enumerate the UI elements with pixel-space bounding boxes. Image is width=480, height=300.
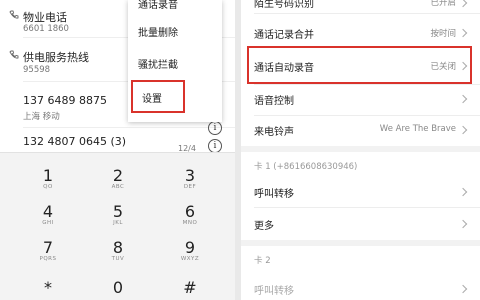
- contact-location: 上海 移动: [23, 112, 60, 122]
- chevron-right-icon: [458, 28, 468, 38]
- auto-record-highlight-box: [247, 46, 472, 84]
- key-digit: #: [183, 278, 197, 297]
- key-letters: DEF: [183, 184, 197, 190]
- dialer-panel: 物业电话 6601 1860 供电服务热线 95598 137 6489 887…: [0, 0, 235, 300]
- dial-key-0[interactable]: 0: [88, 279, 148, 296]
- key-digit: 1: [42, 166, 54, 185]
- key-digit: 2: [112, 166, 124, 185]
- dial-key-hash[interactable]: #: [160, 279, 220, 296]
- dial-key-5[interactable]: 5 JKL: [88, 203, 148, 227]
- contact-name: 供电服务热线: [23, 51, 89, 64]
- menu-item-call-recording[interactable]: 通话录音: [138, 0, 178, 11]
- chevron-right-icon: [458, 125, 468, 135]
- key-digit: 8: [112, 238, 124, 257]
- dial-key-star[interactable]: *: [18, 279, 78, 296]
- dial-key-7[interactable]: 7 PQRS: [18, 239, 78, 263]
- chevron-right-icon: [458, 284, 468, 294]
- key-digit: 0: [112, 278, 124, 297]
- key-digit: 3: [184, 166, 196, 185]
- contact-name: 132 4807 0645 (3): [23, 135, 127, 148]
- key-letters: GHI: [42, 220, 54, 226]
- sim1-header: 卡 1 (+8616608630946): [254, 162, 358, 172]
- setting-label: 呼叫转移: [254, 189, 294, 200]
- setting-sim1-more[interactable]: 更多: [241, 208, 480, 240]
- dialpad: 1 QO 2 ABC 3 DEF 4 GHI 5 JKL 6 MNO 7 PQRS 8 TUV …: [0, 152, 235, 300]
- contact-name: 物业电话: [23, 11, 67, 24]
- divider: [254, 84, 480, 85]
- dial-key-2[interactable]: 2 ABC: [88, 167, 148, 191]
- setting-label: 语音控制: [254, 96, 294, 107]
- setting-value: We Are The Brave: [379, 124, 456, 134]
- chevron-right-icon: [458, 94, 468, 104]
- call-settings-panel: 陌生号码识别 已开启 通话记录合并 按时间 通话自动录音 已关闭 语音控制 来电…: [241, 0, 480, 300]
- key-letters: QO: [43, 184, 53, 190]
- section-band: [241, 146, 480, 152]
- dial-key-6[interactable]: 6 MNO: [160, 203, 220, 227]
- setting-label: 更多: [254, 221, 274, 232]
- key-digit: 7: [42, 238, 54, 257]
- key-letters: TUV: [111, 256, 125, 262]
- contact-number: 6601 1860: [23, 24, 69, 34]
- contact-number: 95598: [23, 65, 51, 75]
- settings-highlight-box: [131, 80, 185, 113]
- menu-item-batch-delete[interactable]: 批量删除: [138, 24, 178, 39]
- contact-row[interactable]: 132 4807 0645 (3) 12/4 i: [0, 128, 235, 153]
- setting-label: 通话记录合并: [254, 30, 314, 41]
- dial-key-9[interactable]: 9 WXYZ: [160, 239, 220, 263]
- section-band: [241, 240, 480, 246]
- dial-key-4[interactable]: 4 GHI: [18, 203, 78, 227]
- info-icon[interactable]: i: [208, 121, 222, 135]
- phone-icon: [9, 50, 19, 59]
- chevron-right-icon: [458, 187, 468, 197]
- key-letters: WXYZ: [180, 256, 200, 262]
- setting-label: 陌生号码识别: [254, 0, 314, 10]
- sim2-header: 卡 2: [254, 256, 271, 266]
- dial-key-8[interactable]: 8 TUV: [88, 239, 148, 263]
- setting-label: 来电铃声: [254, 127, 294, 138]
- info-icon[interactable]: i: [208, 139, 222, 153]
- setting-sim1-call-forwarding[interactable]: 呼叫转移: [241, 176, 480, 208]
- key-digit: *: [44, 278, 52, 297]
- setting-ringtone[interactable]: 来电铃声 We Are The Brave: [241, 116, 480, 146]
- setting-value: 已开启: [430, 0, 456, 8]
- key-letters: PQRS: [39, 256, 57, 262]
- key-letters: ABC: [111, 184, 125, 190]
- dial-key-3[interactable]: 3 DEF: [160, 167, 220, 191]
- setting-value: 按时间: [430, 29, 456, 39]
- key-digit: 6: [184, 202, 196, 221]
- setting-sim2-call-forwarding[interactable]: 呼叫转移: [241, 272, 480, 300]
- setting-voice-control[interactable]: 语音控制: [241, 84, 480, 116]
- phone-icon: [9, 10, 19, 19]
- setting-label: 呼叫转移: [254, 286, 294, 297]
- chevron-right-icon: [458, 0, 468, 8]
- menu-item-harassment-block[interactable]: 骚扰拦截: [138, 56, 178, 71]
- key-digit: 5: [112, 202, 124, 221]
- dial-key-1[interactable]: 1 QO: [18, 167, 78, 191]
- key-digit: 9: [184, 238, 196, 257]
- key-letters: MNO: [182, 220, 198, 226]
- contact-name: 137 6489 8875: [23, 94, 107, 107]
- setting-call-log-merge[interactable]: 通话记录合并 按时间: [241, 14, 480, 50]
- chevron-right-icon: [458, 219, 468, 229]
- key-digit: 4: [42, 202, 54, 221]
- key-letters: JKL: [113, 220, 123, 226]
